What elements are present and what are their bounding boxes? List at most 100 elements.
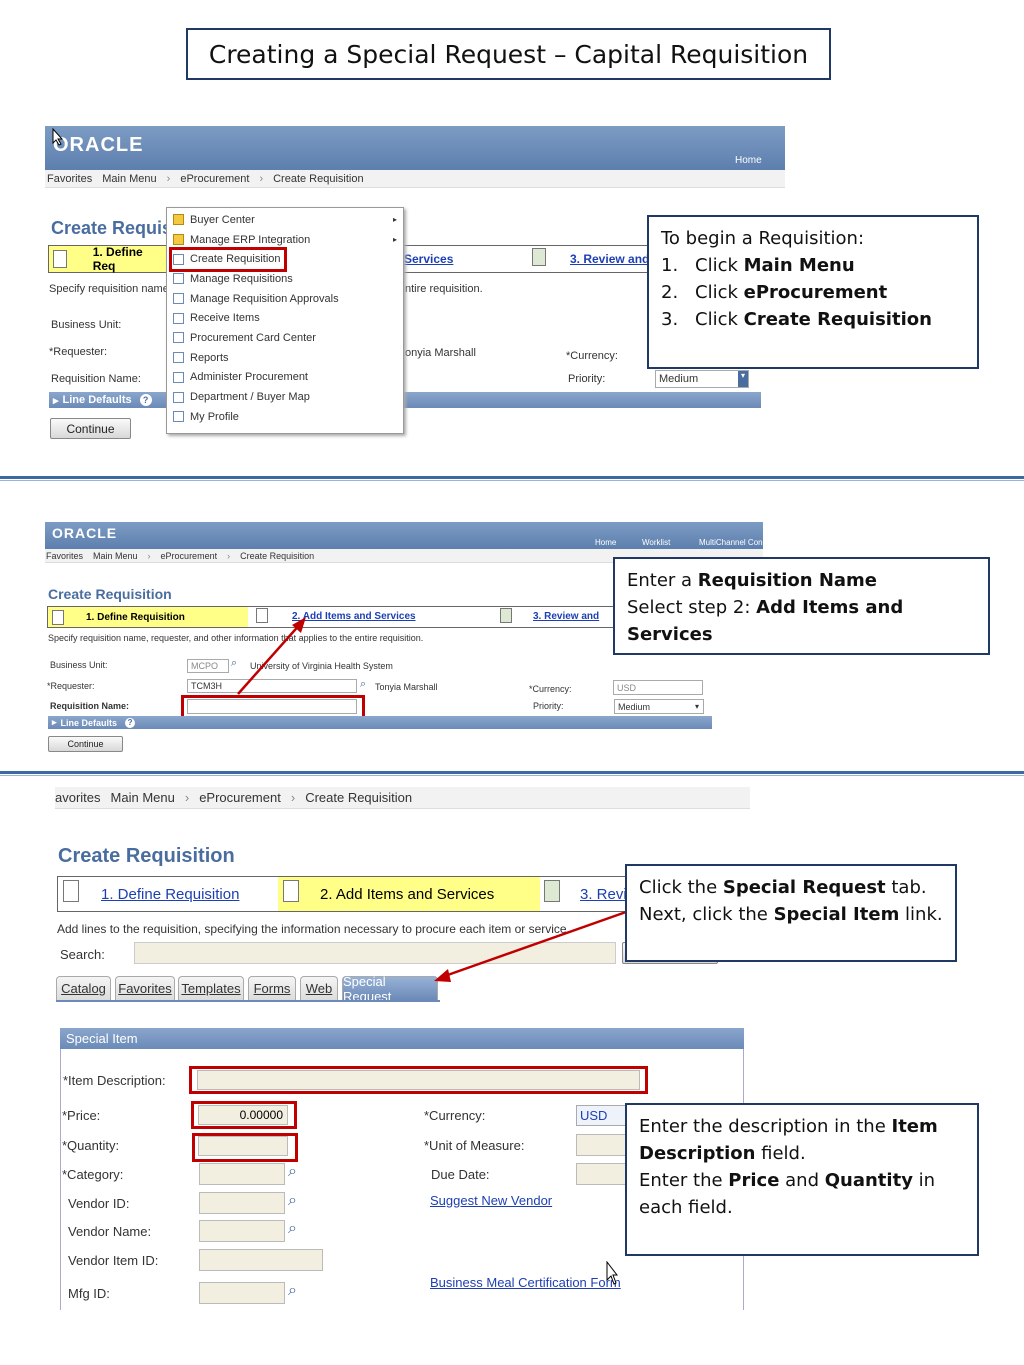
page-check-icon xyxy=(532,248,546,266)
section-divider xyxy=(0,480,1024,481)
callout-item-description: Enter the description in the Item Descri… xyxy=(625,1103,979,1256)
crumb-main-menu[interactable]: Main Menu xyxy=(102,173,156,185)
step-1-active[interactable]: 1. Define Requisition xyxy=(48,607,248,627)
multichannel-link[interactable]: MultiChannel Con xyxy=(699,538,763,547)
crumb-main-menu[interactable]: Main Menu xyxy=(111,790,175,805)
menu-item-requisition-approvals[interactable]: Manage Requisition Approvals xyxy=(167,289,403,309)
help-icon[interactable]: ? xyxy=(139,394,152,406)
step-1-active[interactable]: 1. Define Req xyxy=(49,245,167,273)
currency-input[interactable]: USD xyxy=(576,1105,628,1126)
step-3-link[interactable]: 3. Review and xyxy=(570,252,649,266)
highlight-create-requisition xyxy=(169,247,287,272)
crumb-favorites[interactable]: Favorites xyxy=(46,551,83,561)
continue-button[interactable]: Continue xyxy=(48,736,123,752)
home-link[interactable]: Home xyxy=(735,155,762,166)
page-icon xyxy=(173,312,184,324)
search-icon[interactable]: ⌕ xyxy=(288,1220,297,1238)
crumb-eprocurement[interactable]: eProcurement xyxy=(161,551,218,561)
step-3-link[interactable]: 3. Review and xyxy=(533,611,599,622)
search-icon[interactable]: ⌕ xyxy=(288,1192,297,1210)
price-label: *Price: xyxy=(62,1108,101,1123)
line-defaults-bar[interactable]: ▸ Line Defaults ? xyxy=(48,716,712,729)
folder-icon xyxy=(173,234,184,246)
requester-name: Tonyia Marshall xyxy=(375,682,438,692)
tab-catalog[interactable]: Catalog xyxy=(56,976,111,1000)
priority-label: Priority: xyxy=(533,701,564,711)
menu-item-reports[interactable]: Reports xyxy=(167,348,403,368)
pointer-arrow xyxy=(237,617,306,695)
quantity-label: *Quantity: xyxy=(62,1138,120,1153)
tab-forms[interactable]: Forms xyxy=(248,976,296,1000)
menu-item-manage-requisitions[interactable]: Manage Requisitions xyxy=(167,269,403,289)
unit-of-measure-input[interactable] xyxy=(576,1134,628,1156)
menu-item-my-profile[interactable]: My Profile xyxy=(167,407,403,427)
crumb-eprocurement[interactable]: eProcurement xyxy=(199,790,281,805)
search-label: Search: xyxy=(60,947,105,962)
crumb-main-menu[interactable]: Main Menu xyxy=(93,551,138,561)
home-link[interactable]: Home xyxy=(595,538,616,547)
help-icon[interactable]: ? xyxy=(125,717,136,728)
highlight-price xyxy=(191,1101,297,1129)
crumb-create-requisition[interactable]: Create Requisition xyxy=(273,173,364,185)
crumb-create-requisition[interactable]: Create Requisition xyxy=(305,790,412,805)
currency-label: *Currency: xyxy=(566,350,618,362)
vendor-id-input[interactable] xyxy=(199,1192,285,1214)
callout-step: 1. Click Main Menu xyxy=(661,255,855,276)
special-item-header[interactable]: Special Item xyxy=(60,1028,744,1049)
highlight-quantity xyxy=(192,1133,298,1162)
menu-item-procurement-card[interactable]: Procurement Card Center xyxy=(167,328,403,348)
crumb-create-requisition[interactable]: Create Requisition xyxy=(240,551,314,561)
vendor-name-input[interactable] xyxy=(199,1220,285,1242)
mfg-id-input[interactable] xyxy=(199,1282,285,1304)
suggest-new-vendor-link[interactable]: Suggest New Vendor xyxy=(430,1193,552,1208)
chevron-right-icon: › xyxy=(147,550,151,561)
crumb-favorites[interactable]: avorites xyxy=(55,790,101,805)
triangle-right-icon: ▸ xyxy=(53,394,59,407)
tab-special-request[interactable]: Special Request xyxy=(342,974,438,1004)
crumb-eprocurement[interactable]: eProcurement xyxy=(180,173,249,185)
step-2-link[interactable]: 2. Add Items and Services xyxy=(292,611,416,622)
callout-line: Select step 2: Add Items and Services xyxy=(627,597,904,645)
priority-select[interactable]: Medium ▾ xyxy=(614,699,704,714)
tab-favorites[interactable]: Favorites xyxy=(115,976,175,1000)
breadcrumb: Favorites Main Menu › eProcurement › Cre… xyxy=(45,170,785,188)
page-icon xyxy=(173,293,184,305)
page-heading: Create Requisi xyxy=(51,218,178,238)
search-icon[interactable]: ⌕ xyxy=(360,678,366,691)
crumb-favorites[interactable]: Favorites xyxy=(47,173,92,185)
callout-step: 2. Click eProcurement xyxy=(661,282,888,303)
page-check-icon xyxy=(500,608,512,623)
business-unit-input[interactable]: MCPO xyxy=(187,659,229,673)
category-input[interactable] xyxy=(199,1163,285,1185)
page-icon xyxy=(173,332,184,344)
search-icon[interactable]: ⌕ xyxy=(288,1282,297,1300)
requester-name: onyia Marshall xyxy=(405,347,476,359)
dropdown-arrow-icon: ▾ xyxy=(694,702,699,711)
continue-button[interactable]: Continue xyxy=(50,418,131,439)
search-icon[interactable]: ⌕ xyxy=(288,1163,297,1181)
line-defaults-bar[interactable]: ▸ Line Defaults ? xyxy=(49,392,761,408)
tab-web[interactable]: Web xyxy=(300,976,338,1000)
business-unit-label: Business Unit: xyxy=(50,660,108,670)
page-icon xyxy=(53,250,67,268)
menu-item-receive-items[interactable]: Receive Items xyxy=(167,308,403,328)
menu-item-administer-procurement[interactable]: Administer Procurement xyxy=(167,368,403,388)
requisition-name-label: Requisition Name: xyxy=(51,373,141,385)
tab-templates[interactable]: Templates xyxy=(178,976,244,1000)
vendor-item-id-input[interactable] xyxy=(199,1249,323,1271)
currency-input[interactable]: USD xyxy=(613,680,703,695)
page-icon xyxy=(173,391,184,403)
business-meal-form-link[interactable]: Business Meal Certification Form xyxy=(430,1275,621,1290)
priority-select[interactable]: Medium ▾ xyxy=(655,370,749,388)
due-date-input[interactable] xyxy=(576,1163,628,1185)
callout-requisition-name: Enter a Requisition Name Select step 2: … xyxy=(613,557,990,655)
menu-item-buyer-center[interactable]: Buyer Center ▸ xyxy=(167,210,403,230)
step-2-link[interactable]: Services xyxy=(404,252,453,266)
step-1-link[interactable]: 1. Define Requisition xyxy=(101,886,239,903)
oracle-logo: ORACLE xyxy=(53,134,144,156)
folder-icon xyxy=(173,214,184,226)
worklist-link[interactable]: Worklist xyxy=(642,538,670,547)
requester-label: *Requester: xyxy=(47,681,95,691)
menu-item-department-buyer-map[interactable]: Department / Buyer Map xyxy=(167,387,403,407)
add-items-icon xyxy=(283,880,299,902)
